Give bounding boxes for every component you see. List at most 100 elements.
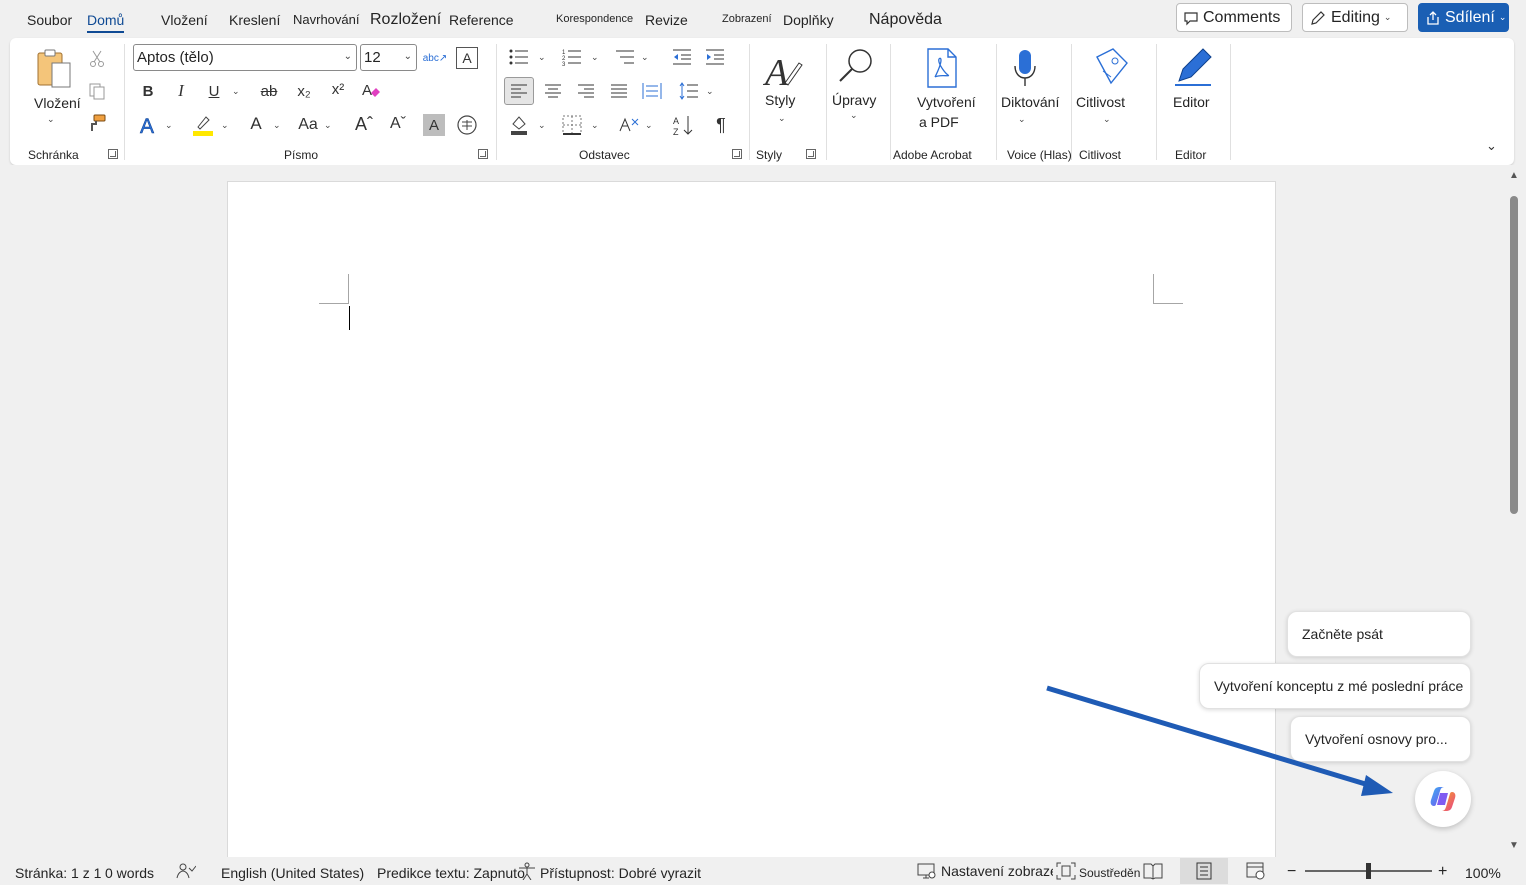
justify-icon[interactable] <box>607 78 631 104</box>
chevron-down-icon[interactable]: ⌄ <box>645 120 653 131</box>
font-size-combobox[interactable]: 12 ⌄ <box>360 44 417 71</box>
tab-layout[interactable]: Rozložení <box>370 11 441 29</box>
zoom-level[interactable]: 100% <box>1465 865 1501 881</box>
chevron-down-icon[interactable]: ⌄ <box>232 86 240 97</box>
chevron-down-icon[interactable]: ⌄ <box>591 52 599 63</box>
tab-help[interactable]: Nápověda <box>869 11 942 29</box>
increase-indent-icon[interactable] <box>703 46 727 68</box>
chevron-down-icon[interactable]: ⌄ <box>538 120 546 131</box>
print-layout-button[interactable] <box>1180 858 1228 884</box>
page-count[interactable]: Stránka: 1 z 1 <box>15 865 101 881</box>
editing-mode-button[interactable]: Editing ⌄ <box>1302 3 1408 32</box>
tab-references[interactable]: Reference <box>449 12 514 28</box>
styles-dialog-launcher[interactable] <box>806 149 816 159</box>
paste-icon[interactable] <box>32 46 76 92</box>
align-right-icon[interactable] <box>574 78 598 104</box>
tab-file[interactable]: Soubor <box>27 12 72 28</box>
tab-mailings[interactable]: Korespondence <box>556 13 633 25</box>
enclose-characters-icon[interactable] <box>454 112 480 138</box>
zoom-slider-thumb[interactable] <box>1366 863 1371 879</box>
suggestion-draft-from-recent[interactable]: Vytvoření konceptu z mé poslední práce <box>1199 663 1471 709</box>
align-center-icon[interactable] <box>541 78 565 104</box>
grow-font-icon[interactable]: Aˆ <box>351 112 377 136</box>
microphone-icon[interactable] <box>1010 46 1040 90</box>
styles-icon[interactable]: A <box>762 46 806 92</box>
sort-icon[interactable]: AZ <box>671 112 697 138</box>
sensitivity-icon[interactable] <box>1092 46 1132 90</box>
highlight-icon[interactable] <box>191 112 215 138</box>
tab-design[interactable]: Navrhování <box>293 12 359 27</box>
tab-review[interactable]: Revize <box>645 12 688 28</box>
distributed-icon[interactable] <box>640 78 664 104</box>
chevron-down-icon[interactable]: ⌄ <box>706 86 714 97</box>
accessibility-icon[interactable] <box>517 862 537 880</box>
pilcrow-icon[interactable]: ¶ <box>709 112 733 138</box>
collapse-ribbon-icon[interactable]: ⌄ <box>1486 138 1497 154</box>
format-painter-icon[interactable] <box>86 112 108 134</box>
multilevel-icon[interactable] <box>613 46 637 68</box>
cut-icon[interactable] <box>86 48 108 70</box>
line-spacing-icon[interactable] <box>677 78 701 104</box>
word-count[interactable]: 0 words <box>105 865 154 881</box>
subscript-button[interactable]: x₂ <box>292 80 316 102</box>
zoom-out-button[interactable]: − <box>1287 863 1296 881</box>
chevron-down-icon[interactable]: ⌄ <box>324 120 332 131</box>
change-case-icon[interactable]: abc↗ <box>423 46 448 70</box>
share-button[interactable]: Sdílení ⌄ <box>1418 3 1509 32</box>
chevron-down-icon[interactable]: ⌄ <box>165 120 173 131</box>
clear-format-icon[interactable]: A <box>359 78 383 102</box>
scroll-up-icon[interactable]: ▲ <box>1509 170 1519 181</box>
text-box-icon[interactable]: A <box>456 47 478 69</box>
tab-addins[interactable]: Doplňky <box>783 12 834 28</box>
asian-layout-icon[interactable] <box>615 112 641 138</box>
chevron-down-icon[interactable]: ⌄ <box>778 113 786 124</box>
font-dialog-launcher[interactable] <box>478 149 488 159</box>
suggestion-start-writing[interactable]: Začněte psát <box>1287 611 1471 657</box>
proofing-icon[interactable] <box>176 862 196 880</box>
borders-icon[interactable] <box>560 112 584 138</box>
tab-insert[interactable]: Vložení <box>161 12 208 28</box>
align-left-icon[interactable] <box>504 77 534 105</box>
numbering-icon[interactable]: 123 <box>560 46 584 68</box>
chevron-down-icon[interactable]: ⌄ <box>273 120 281 131</box>
text-prediction-status[interactable]: Predikce textu: Zapnuto <box>377 865 525 881</box>
pdf-icon[interactable] <box>922 46 962 90</box>
decrease-indent-icon[interactable] <box>670 46 694 68</box>
bullets-icon[interactable] <box>507 46 531 68</box>
focus-icon[interactable] <box>1056 862 1076 880</box>
tab-view[interactable]: Zobrazení <box>722 13 772 25</box>
font-color-button[interactable]: A <box>246 112 266 136</box>
chevron-down-icon[interactable]: ⌄ <box>591 120 599 131</box>
chevron-down-icon[interactable]: ⌄ <box>850 110 858 121</box>
font-name-combobox[interactable]: Aptos (tělo) ⌄ <box>133 44 357 71</box>
superscript-button[interactable]: x² <box>326 78 350 100</box>
character-shading-icon[interactable]: A <box>423 114 445 136</box>
tab-draw[interactable]: Kreslení <box>229 12 280 28</box>
tab-home[interactable]: Domů <box>87 12 125 33</box>
document-page[interactable] <box>227 181 1276 871</box>
copy-icon[interactable] <box>86 80 108 102</box>
copilot-button[interactable] <box>1415 771 1471 827</box>
clipboard-dialog-launcher[interactable] <box>108 149 118 159</box>
shading-icon[interactable] <box>507 112 531 138</box>
chevron-down-icon[interactable]: ⌄ <box>1103 114 1111 125</box>
chevron-down-icon[interactable]: ⌄ <box>221 120 229 131</box>
change-case-button[interactable]: Aa <box>296 114 320 136</box>
chevron-down-icon[interactable]: ⌄ <box>538 52 546 63</box>
bold-button[interactable]: B <box>138 80 158 102</box>
editor-icon[interactable] <box>1170 44 1216 90</box>
zoom-in-button[interactable]: + <box>1438 863 1447 881</box>
paragraph-dialog-launcher[interactable] <box>732 149 742 159</box>
chevron-down-icon[interactable]: ⌄ <box>47 114 55 125</box>
display-settings-label[interactable]: Nastavení zobrazení <box>941 863 1053 879</box>
suggestion-create-outline[interactable]: Vytvoření osnovy pro... <box>1290 716 1471 762</box>
language-indicator[interactable]: English (United States) <box>221 865 364 881</box>
comments-button[interactable]: Comments <box>1176 3 1292 32</box>
vertical-scrollbar[interactable]: ▲ ▼ <box>1507 170 1520 853</box>
shrink-font-icon[interactable]: Aˇ <box>385 112 411 136</box>
focus-label[interactable]: Soustředění <box>1079 866 1141 880</box>
chevron-down-icon[interactable]: ⌄ <box>1018 114 1026 125</box>
underline-button[interactable]: U <box>204 80 224 102</box>
text-effects-icon[interactable]: A <box>137 112 161 138</box>
search-icon[interactable] <box>834 44 878 88</box>
